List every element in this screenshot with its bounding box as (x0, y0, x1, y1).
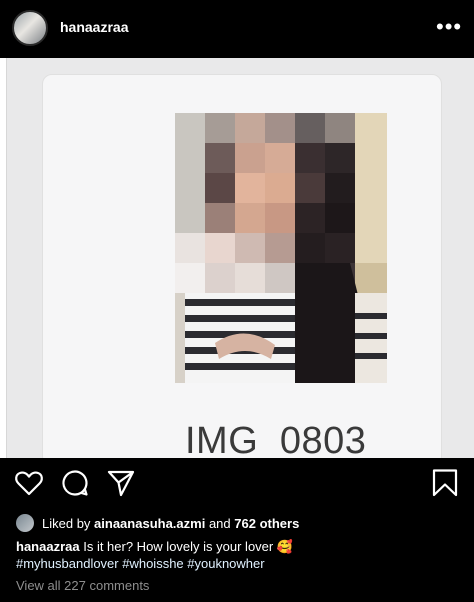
bookmark-icon[interactable] (430, 468, 460, 498)
username[interactable]: hanaazraa (60, 19, 128, 35)
image-left-strip (0, 58, 7, 458)
caption: hanaazraa Is it her? How lovely is your … (16, 538, 466, 556)
liker-username[interactable]: ainaanasuha.azmi (94, 516, 205, 531)
liker-avatar (16, 514, 34, 532)
view-all-comments-link[interactable]: View all 227 comments (16, 578, 149, 593)
liked-by-prefix: Liked by (42, 515, 91, 531)
caption-hashtags[interactable]: #myhusbandlover #whoisshe #youknowher (16, 556, 265, 571)
heart-icon[interactable] (14, 468, 44, 498)
avatar[interactable] (12, 10, 48, 46)
likes-count[interactable]: 762 others (234, 516, 299, 531)
caption-text: Is it her? How lovely is your lover 🥰 (83, 539, 294, 554)
action-bar (0, 458, 474, 510)
share-icon[interactable] (106, 468, 136, 498)
comment-icon[interactable] (60, 468, 90, 498)
pixelated-photo (175, 113, 387, 383)
post-image[interactable]: IMG_0803 (0, 58, 474, 458)
post-header: hanaazraa ••• (0, 0, 474, 58)
caption-username[interactable]: hanaazraa (16, 539, 80, 554)
file-preview-card: IMG_0803 (42, 74, 442, 458)
liked-and: and (208, 515, 231, 531)
image-filename: IMG_0803 (185, 420, 367, 458)
likes-row[interactable]: Liked by ainaanasuha.azmi and 762 others (16, 512, 299, 534)
more-dots-icon[interactable]: ••• (436, 13, 462, 41)
